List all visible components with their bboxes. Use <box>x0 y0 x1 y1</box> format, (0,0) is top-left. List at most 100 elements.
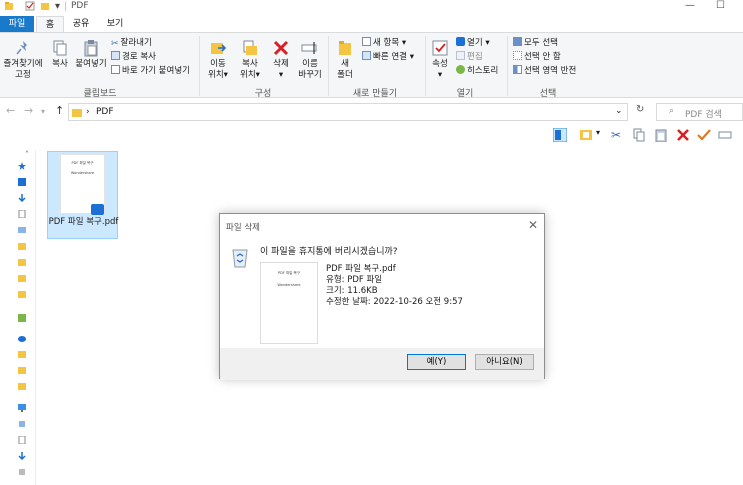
breadcrumb-pdf[interactable]: PDF <box>96 107 114 117</box>
pin-quick-access-button[interactable]: 즐겨찾기에 고정 <box>2 39 44 81</box>
folder-icon[interactable] <box>18 242 26 250</box>
tab-home[interactable]: 홈 <box>36 16 64 32</box>
copy-icon[interactable] <box>632 128 646 142</box>
onedrive-cloud-icon[interactable] <box>18 334 26 342</box>
file-item-pdf[interactable]: PDF 파일 복구 Wondershare PDF 파일 복구.pdf <box>47 151 118 239</box>
desktop-icon[interactable] <box>18 178 26 186</box>
select-all-button[interactable]: 모두 선택 <box>513 37 558 49</box>
photos-icon[interactable] <box>18 314 26 322</box>
folder-icon[interactable] <box>18 274 26 282</box>
dialog-file-thumbnail: PDF 파일 복구 Wondershare <box>260 262 318 344</box>
select-none-label: 선택 안 함 <box>524 52 561 62</box>
yes-button[interactable]: 예(Y) <box>407 354 466 370</box>
easy-access-icon <box>362 51 371 60</box>
new-folder-button[interactable]: 새 폴더 <box>333 39 357 81</box>
refresh-icon[interactable]: ↻ <box>636 104 644 115</box>
minimize-button[interactable]: — <box>685 0 695 11</box>
properties-label: 속성 <box>432 59 448 69</box>
copy-button[interactable]: 복사 <box>48 39 72 70</box>
folder-icon[interactable] <box>18 290 26 298</box>
edit-button[interactable]: 편집 <box>456 51 483 63</box>
folder-icon[interactable] <box>18 382 26 390</box>
quick-access-star-icon[interactable] <box>18 162 26 170</box>
delete-x-icon[interactable] <box>676 128 690 142</box>
music-icon[interactable] <box>18 468 26 476</box>
tab-file[interactable]: 파일 <box>0 16 34 32</box>
scroll-up-icon[interactable]: ˄ <box>25 150 29 159</box>
ribbon-separator <box>507 36 508 96</box>
rename-icon[interactable] <box>718 128 732 142</box>
folder-icon[interactable] <box>18 258 26 266</box>
cut-icon[interactable]: ✂ <box>611 128 625 142</box>
rename-icon <box>301 42 317 54</box>
move-to-icon <box>211 43 227 54</box>
address-dropdown-icon[interactable]: ⌄ <box>615 106 623 116</box>
maximize-button[interactable]: ☐ <box>716 0 725 11</box>
layout-dropdown-icon[interactable]: ▾ <box>596 128 610 142</box>
properties-quick-icon[interactable] <box>25 1 35 11</box>
folder-icon[interactable] <box>18 366 26 374</box>
this-pc-icon[interactable] <box>18 404 26 412</box>
group-label-organize: 구성 <box>254 89 272 99</box>
open-button[interactable]: 열기 ▾ <box>456 37 490 49</box>
history-button[interactable]: 히스토리 <box>456 65 498 77</box>
close-icon[interactable]: ✕ <box>528 218 538 232</box>
up-icon[interactable]: ↑ <box>55 104 64 117</box>
documents-icon[interactable] <box>18 210 26 218</box>
group-label-clipboard: 클립보드 <box>83 89 117 99</box>
forward-icon[interactable]: → <box>24 104 33 117</box>
move-to-button[interactable]: 이동 위치▾ <box>203 39 233 81</box>
invert-selection-button[interactable]: 선택 영역 반전 <box>513 65 576 77</box>
folder-icon <box>72 109 82 117</box>
checkmark-icon[interactable] <box>697 128 711 142</box>
search-box[interactable]: ⌕ PDF 검색 <box>656 103 743 121</box>
back-icon[interactable]: ← <box>6 104 15 117</box>
paste-shortcut-icon <box>111 65 120 74</box>
folder-icon[interactable] <box>18 350 26 358</box>
layout-icon[interactable] <box>579 128 593 142</box>
paste-button[interactable]: 붙여넣기 <box>74 39 108 70</box>
ribbon-separator <box>425 36 426 96</box>
no-button[interactable]: 아니요(N) <box>475 354 534 370</box>
breadcrumb-separator: › <box>86 107 90 117</box>
select-all-icon <box>513 37 522 46</box>
pin-icon <box>16 41 27 55</box>
edit-label: 편집 <box>467 52 483 62</box>
ribbon-separator <box>199 36 200 96</box>
cut-button[interactable]: ✂ 잘라내기 <box>111 37 152 49</box>
downloads-icon[interactable] <box>18 452 26 460</box>
tab-view[interactable]: 보기 <box>100 16 130 32</box>
paste-icon[interactable] <box>654 128 668 142</box>
navigation-pane: ˄ <box>0 150 36 485</box>
copy-to-label-1: 복사 <box>242 59 258 69</box>
invert-selection-icon <box>513 65 522 74</box>
pictures-icon[interactable] <box>18 226 26 234</box>
copy-path-button[interactable]: 경로 복사 <box>111 51 156 63</box>
address-bar[interactable]: › PDF ⌄ <box>68 103 628 121</box>
open-dropdown-icon: ▾ <box>485 38 490 48</box>
paste-shortcut-button[interactable]: 바로 가기 붙여넣기 <box>111 65 190 77</box>
new-folder-quick-icon[interactable] <box>40 1 50 11</box>
select-none-button[interactable]: 선택 안 함 <box>513 51 561 63</box>
copy-to-button[interactable]: 복사 위치▾ <box>235 39 265 81</box>
documents-icon[interactable] <box>18 436 26 444</box>
properties-button[interactable]: 속성 ▾ <box>428 39 452 81</box>
folder-icon <box>5 2 13 10</box>
3d-objects-icon[interactable] <box>18 420 26 428</box>
title-bar: ▾ | PDF — ☐ <box>0 0 743 14</box>
rename-button[interactable]: 이름 바꾸기 <box>296 39 324 81</box>
delete-file-dialog: 파일 삭제 ✕ 이 파일을 휴지통에 버리시겠습니까? PDF 파일 복구 Wo… <box>219 213 545 380</box>
new-item-button[interactable]: 새 항목 ▾ <box>362 37 406 49</box>
recent-locations-icon[interactable]: ▾ <box>41 107 45 116</box>
details-pane-icon[interactable] <box>553 128 567 142</box>
quick-access-dropdown-icon[interactable]: ▾ <box>55 1 60 12</box>
new-item-label: 새 항목 <box>373 38 400 48</box>
downloads-icon[interactable] <box>18 194 26 202</box>
history-icon <box>456 65 465 74</box>
paste-shortcut-label: 바로 가기 붙여넣기 <box>122 66 190 76</box>
move-to-dropdown-icon: ▾ <box>223 70 228 80</box>
tab-share[interactable]: 공유 <box>66 16 96 32</box>
copy-to-label-2: 위치 <box>240 70 256 80</box>
easy-access-button[interactable]: 빠른 연결 ▾ <box>362 51 414 63</box>
delete-button[interactable]: 삭제 ▾ <box>268 39 294 81</box>
